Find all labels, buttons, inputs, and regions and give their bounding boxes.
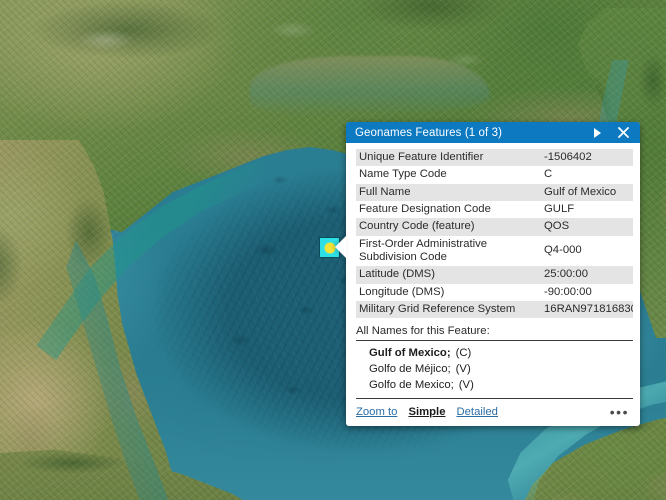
attribute-value: GULF [544,202,575,215]
attribute-row: Country Code (feature) QOS [356,218,633,236]
all-names-list: Gulf of Mexico; (C) Golfo de Méjico; (V) Gol… [356,341,633,400]
attribute-row: Military Grid Reference System 16RAN97181… [356,300,633,319]
popup-footer: Zoom to Simple Detailed ••• [346,399,640,426]
attribute-row: Full Name Gulf of Mexico [356,183,633,201]
detailed-view-link[interactable]: Detailed [456,406,497,418]
attribute-row: First-Order Administrative Subdivision C… [356,236,633,267]
next-feature-icon[interactable] [587,124,607,142]
ellipsis-icon[interactable]: ••• [608,405,631,419]
feature-name-row: Golfo de Méjico; (V) [369,361,633,377]
feature-name-row: Golfo de Mexico; (V) [369,377,633,393]
feature-name-text: Golfo de Mexico; [369,379,454,392]
attribute-row: Name Type Code C [356,166,633,183]
popup-title: Geonames Features (1 of 3) [355,126,503,139]
attribute-key: Military Grid Reference System [356,300,541,319]
attribute-value: -1506402 [541,149,633,167]
attribute-value: 25:00:00 [541,266,633,284]
feature-attribute-table: Unique Feature Identifier -1506402 Name Ty… [356,149,633,319]
simple-view-link[interactable]: Simple [408,406,445,418]
attribute-key: First-Order Administrative Subdivision C… [359,237,488,263]
attribute-key: Country Code (feature) [356,218,541,236]
all-names-section: All Names for this Feature: Gulf of Mexi… [356,325,633,400]
attribute-row: Feature Designation Code GULF [356,201,633,218]
geonames-feature-popup: Geonames Features (1 of 3) Unique Featur… [335,122,640,427]
marker-dot-icon [324,242,335,253]
attribute-value: Gulf of Mexico [541,183,633,201]
all-names-heading: All Names for this Feature: [356,325,633,342]
attribute-key: Name Type Code [359,168,447,181]
popup-body: Unique Feature Identifier -1506402 Name Ty… [346,143,640,319]
close-icon[interactable] [613,124,633,142]
popup-callout-pointer [335,236,346,258]
feature-name-code: (V) [455,363,471,376]
attribute-key: Unique Feature Identifier [356,149,541,167]
attribute-value: C [544,168,553,181]
feature-name-code: (V) [458,379,474,392]
attribute-value: 16RAN9718168300 [541,300,633,319]
map-application: Geonames Features (1 of 3) Unique Featur… [0,0,666,500]
attribute-value: -90:00:00 [544,285,592,298]
attribute-key: Longitude (DMS) [359,285,445,298]
attribute-row: Unique Feature Identifier -1506402 [356,149,633,167]
attribute-value: QOS [541,218,633,236]
attribute-key: Latitude (DMS) [356,266,541,284]
zoom-to-link[interactable]: Zoom to [356,406,397,418]
attribute-value: Q4-000 [544,244,582,257]
attribute-key: Full Name [356,183,541,201]
feature-name-text: Gulf of Mexico; [369,347,451,360]
attribute-key: Feature Designation Code [359,202,491,215]
attribute-row: Longitude (DMS) -90:00:00 [356,284,633,301]
attribute-row: Latitude (DMS) 25:00:00 [356,266,633,284]
feature-name-code: (C) [455,347,472,360]
feature-name-row: Gulf of Mexico; (C) [369,345,633,361]
popup-titlebar: Geonames Features (1 of 3) [346,122,640,143]
feature-name-text: Golfo de Méjico; [369,363,451,376]
